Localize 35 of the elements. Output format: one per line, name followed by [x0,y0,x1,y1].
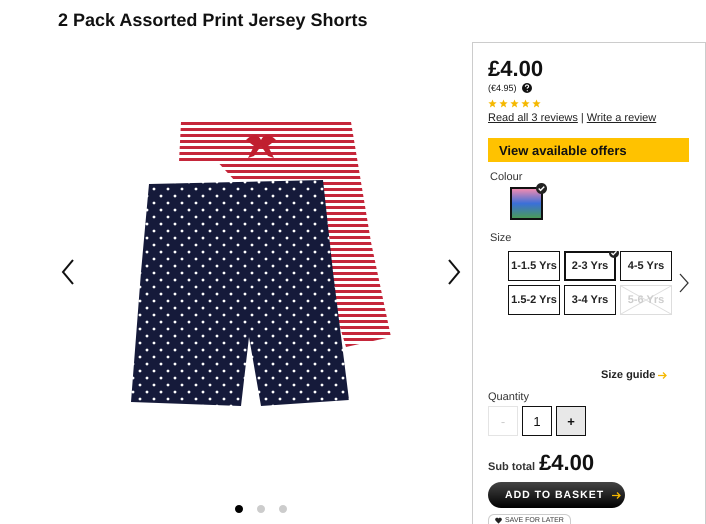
quantity-field[interactable]: 1 [522,406,552,436]
size-option[interactable]: 1-1.5 Yrs [508,251,560,281]
link-separator: | [580,112,584,124]
add-to-basket-button[interactable]: ADD TO BASKET [488,482,625,508]
quantity-label: Quantity [488,391,529,403]
subtotal: £4.00 [539,450,594,476]
write-review-link[interactable]: Write a review [586,112,656,124]
subtotal-label: Sub total [488,461,536,473]
size-option[interactable]: 2-3 Yrs [564,251,616,281]
offers-button[interactable]: View available offers [488,138,689,162]
star-icon [532,99,541,108]
arrow-icon [612,492,622,498]
product-title: 2 Pack Assorted Print Jersey Shorts [58,9,368,31]
star-icon [521,99,530,108]
increase-button[interactable]: + [556,406,586,436]
star-icon [488,99,497,108]
colour-label: Colour [490,171,522,183]
alternate-price: (€4.95) [488,83,517,93]
carousel-dot[interactable] [257,505,265,513]
size-label: Size [490,232,512,244]
check-icon [536,183,547,194]
check-icon [609,251,619,258]
size-option[interactable]: 1.5-2 Yrs [508,285,560,315]
size-guide-link[interactable]: Size guide [601,369,656,381]
carousel-dot[interactable] [279,505,287,513]
price: £4.00 [488,56,544,82]
star-icon [499,99,508,108]
reviews-link[interactable]: Read all 3 reviews [488,112,578,124]
size-option[interactable]: 3-4 Yrs [564,285,616,315]
heart-icon [495,517,502,524]
size-option[interactable]: 4-5 Yrs [620,251,672,281]
star-icon [510,99,519,108]
arrow-icon [658,372,668,378]
help-icon[interactable] [522,83,532,93]
carousel-dot[interactable] [235,505,243,513]
